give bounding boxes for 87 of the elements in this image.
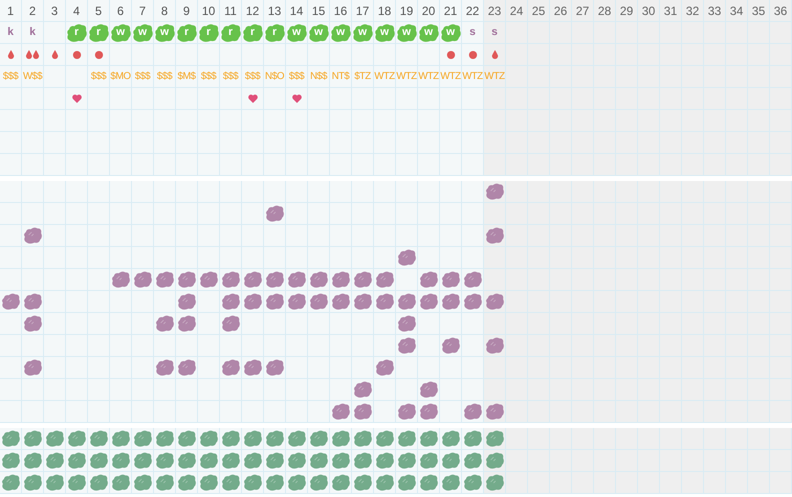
dot-icon	[94, 50, 102, 58]
code-label: NT$	[332, 70, 350, 84]
letter-badge: w	[330, 22, 351, 42]
letter-badge: r	[264, 22, 285, 42]
dot-icon	[72, 50, 80, 58]
letter-badge: w	[418, 22, 439, 42]
column-number: 23	[488, 2, 502, 20]
column-number: 20	[422, 2, 436, 20]
column-number: 6	[117, 2, 124, 20]
letter-badge: w	[110, 22, 131, 42]
letter-label: k	[29, 25, 36, 40]
column-number: 25	[532, 2, 546, 20]
column-number: 5	[95, 2, 102, 20]
column-number: 35	[752, 2, 766, 20]
code-label: WTZ	[396, 70, 417, 84]
code-label: WTZ	[418, 70, 439, 84]
letter-badge: w	[396, 22, 417, 42]
column-number: 8	[161, 2, 168, 20]
dot-icon	[446, 50, 454, 58]
letter-badge: w	[352, 22, 373, 42]
drop-icon	[8, 50, 14, 59]
code-label: $MO	[110, 70, 131, 84]
letter-badge: r	[220, 22, 241, 42]
column-number: 13	[268, 2, 282, 20]
column-number: 9	[183, 2, 190, 20]
drop-icon	[492, 50, 498, 59]
code-label: $$$	[134, 70, 150, 84]
code-label: $$$	[244, 70, 260, 84]
column-number: 30	[642, 2, 656, 20]
column-number: 16	[334, 2, 348, 20]
code-label: W$$	[22, 70, 42, 84]
drop-icon	[52, 50, 58, 59]
column-number: 10	[202, 2, 216, 20]
letter-label: s	[469, 25, 476, 40]
letter-badge: w	[132, 22, 153, 42]
letter-badge: w	[374, 22, 395, 42]
code-label: $$$	[90, 70, 106, 84]
letter-badge: r	[88, 22, 109, 42]
column-number: 34	[730, 2, 744, 20]
code-label: $$$	[2, 70, 18, 84]
code-label: WTZ	[440, 70, 461, 84]
column-number: 1	[7, 2, 14, 20]
letter-badge: w	[286, 22, 307, 42]
column-number: 33	[708, 2, 722, 20]
column-number: 14	[290, 2, 304, 20]
column-number: 21	[444, 2, 458, 20]
code-label: $$$	[200, 70, 216, 84]
code-label: $$$	[288, 70, 304, 84]
column-number: 2	[29, 2, 36, 20]
letter-badge: w	[308, 22, 329, 42]
column-number: 28	[598, 2, 612, 20]
column-number: 31	[664, 2, 678, 20]
column-number: 36	[774, 2, 788, 20]
column-number: 7	[139, 2, 146, 20]
column-number: 4	[73, 2, 80, 20]
letter-badge: r	[198, 22, 219, 42]
column-number: 12	[246, 2, 260, 20]
column-number: 17	[356, 2, 370, 20]
column-number: 32	[686, 2, 700, 20]
dot-icon	[468, 50, 476, 58]
letter-badge: r	[176, 22, 197, 42]
column-number: 3	[51, 2, 58, 20]
code-label: $$$	[222, 70, 238, 84]
column-number: 24	[510, 2, 524, 20]
column-number: 26	[554, 2, 568, 20]
code-label: $TZ	[354, 70, 371, 84]
letter-label: s	[491, 25, 498, 40]
letter-label: k	[7, 25, 14, 40]
letter-badge: r	[242, 22, 263, 42]
code-label: $$$	[156, 70, 172, 84]
letter-badge: w	[154, 22, 175, 42]
drops-icon	[26, 50, 39, 59]
code-label: WTZ	[462, 70, 483, 84]
code-label: WTZ	[484, 70, 505, 84]
code-label: $M$	[178, 70, 196, 84]
column-number: 19	[400, 2, 414, 20]
column-number: 22	[466, 2, 480, 20]
code-label: N$O	[264, 70, 284, 84]
column-number: 29	[620, 2, 634, 20]
column-number: 18	[378, 2, 392, 20]
column-number: 15	[312, 2, 326, 20]
column-number: 27	[576, 2, 590, 20]
letter-badge: w	[440, 22, 461, 42]
code-label: WTZ	[374, 70, 395, 84]
letter-badge: r	[66, 22, 87, 42]
column-number: 11	[224, 2, 237, 20]
code-label: N$$	[310, 70, 327, 84]
